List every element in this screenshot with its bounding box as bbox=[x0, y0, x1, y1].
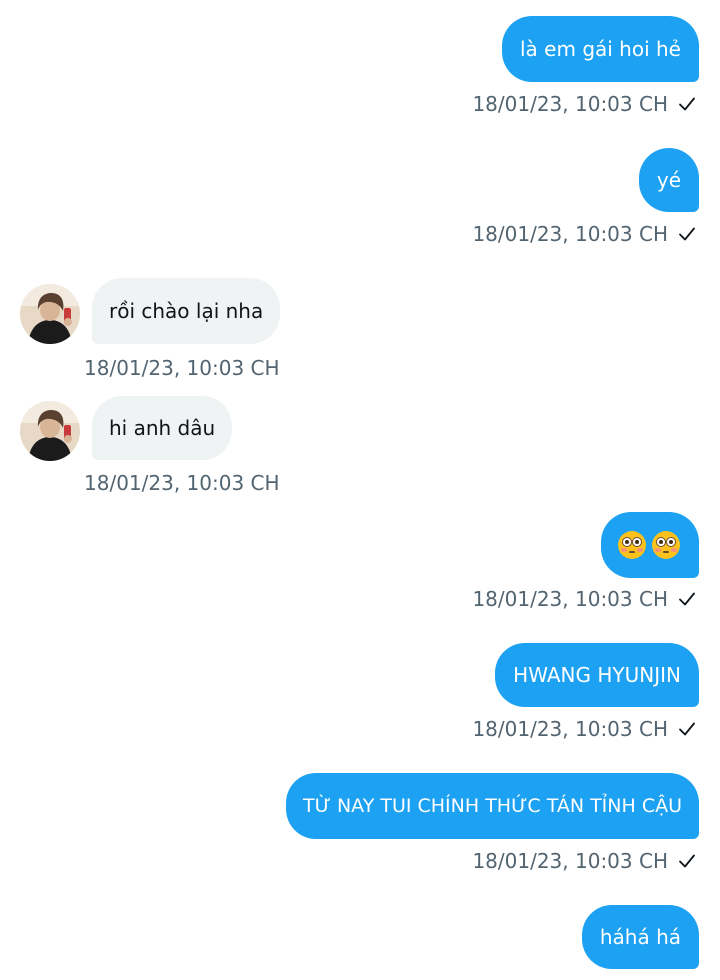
message-text: háhá há bbox=[599, 925, 681, 949]
flushed-face-icon bbox=[618, 531, 646, 559]
message-text: hi anh dâu bbox=[109, 416, 216, 440]
message-bubble-sent[interactable]: háhá há bbox=[581, 905, 699, 969]
timestamp-text: 18/01/23, 10:03 CH bbox=[84, 356, 280, 380]
message-bubble-sent[interactable] bbox=[601, 512, 699, 578]
timestamp-text: 18/01/23, 10:03 CH bbox=[472, 717, 668, 741]
message-bubble-sent[interactable]: là em gái hoi hẻ bbox=[502, 16, 699, 82]
check-icon bbox=[679, 854, 695, 868]
user-avatar[interactable] bbox=[20, 401, 80, 461]
message-bubble-sent[interactable]: yé bbox=[638, 148, 699, 212]
timestamp-text: 18/01/23, 10:03 CH bbox=[472, 92, 668, 116]
message-bubble-sent[interactable]: TỪ NAY TUI CHÍNH THỨC TÁN TỈNH CẬU bbox=[286, 773, 699, 839]
timestamp-text: 18/01/23, 10:03 CH bbox=[472, 222, 668, 246]
message-bubble-received[interactable]: hi anh dâu bbox=[92, 396, 233, 460]
check-icon bbox=[679, 227, 695, 241]
timestamp-text: 18/01/23, 10:03 CH bbox=[472, 849, 668, 873]
message-text: yé bbox=[656, 168, 681, 192]
message-timestamp: 18/01/23, 10:03 CH bbox=[472, 716, 696, 742]
message-text: HWANG HYUNJIN bbox=[513, 663, 681, 687]
message-bubble-sent[interactable]: HWANG HYUNJIN bbox=[495, 643, 699, 707]
flushed-face-icon bbox=[652, 531, 680, 559]
message-timestamp: 18/01/23, 10:03 CH bbox=[472, 91, 696, 117]
message-timestamp: 18/01/23, 10:03 CH bbox=[472, 221, 696, 247]
message-timestamp: 18/01/23, 10:03 CH bbox=[84, 355, 280, 381]
timestamp-text: 18/01/23, 10:03 CH bbox=[84, 471, 280, 495]
message-text: TỪ NAY TUI CHÍNH THỨC TÁN TỈNH CẬU bbox=[303, 795, 682, 817]
check-icon bbox=[679, 97, 695, 111]
message-timestamp: 18/01/23, 10:03 CH bbox=[472, 586, 696, 612]
user-avatar[interactable] bbox=[20, 284, 80, 344]
check-icon bbox=[679, 592, 695, 606]
avatar-image bbox=[20, 284, 80, 344]
message-text: là em gái hoi hẻ bbox=[520, 37, 681, 61]
message-timestamp: 18/01/23, 10:03 CH bbox=[84, 470, 280, 496]
timestamp-text: 18/01/23, 10:03 CH bbox=[472, 587, 668, 611]
check-icon bbox=[679, 722, 695, 736]
message-timestamp: 18/01/23, 10:03 CH bbox=[472, 848, 696, 874]
message-text: rồi chào lại nha bbox=[109, 299, 264, 323]
avatar-image bbox=[20, 401, 80, 461]
message-bubble-received[interactable]: rồi chào lại nha bbox=[92, 278, 281, 344]
